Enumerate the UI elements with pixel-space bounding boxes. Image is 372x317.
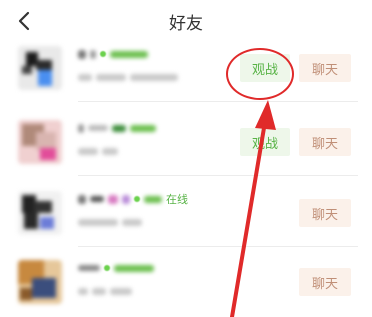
row-divider <box>78 101 358 102</box>
friend-row[interactable]: 在线 聊天 <box>0 181 372 247</box>
status-text: 在线 <box>166 193 188 206</box>
online-dot <box>134 196 140 202</box>
friends-page: 好友 观战 聊天 观战 聊天 在线 聊天 聊天 <box>0 0 372 317</box>
friend-name: 在线 <box>78 191 188 207</box>
avatar <box>18 191 62 235</box>
friend-row[interactable]: 观战 聊天 <box>0 36 372 102</box>
chat-button[interactable]: 聊天 <box>299 199 351 227</box>
avatar <box>18 46 62 90</box>
online-dot <box>100 51 106 57</box>
friend-signature <box>78 144 118 158</box>
page-title: 好友 <box>169 14 203 34</box>
row-divider <box>78 175 358 176</box>
watch-button[interactable]: 观战 <box>240 54 290 82</box>
friend-signature <box>78 70 178 84</box>
chat-button[interactable]: 聊天 <box>299 268 351 296</box>
avatar <box>18 120 62 164</box>
watch-button[interactable]: 观战 <box>240 128 290 156</box>
friend-signature <box>78 215 142 229</box>
chat-button[interactable]: 聊天 <box>299 54 351 82</box>
row-divider <box>78 246 358 247</box>
friend-name <box>78 260 154 276</box>
friend-row[interactable]: 观战 聊天 <box>0 110 372 176</box>
avatar <box>18 260 62 304</box>
online-dot <box>104 265 110 271</box>
friend-name <box>78 46 148 62</box>
friend-name <box>78 120 156 136</box>
chat-button[interactable]: 聊天 <box>299 128 351 156</box>
friend-row[interactable]: 聊天 <box>0 250 372 316</box>
friend-signature <box>78 284 132 298</box>
